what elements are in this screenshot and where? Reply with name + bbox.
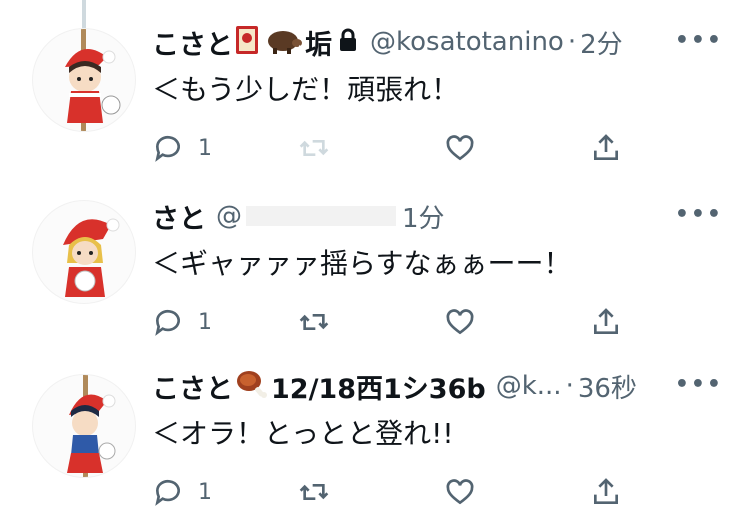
reply-button[interactable]: 1 <box>152 476 212 508</box>
reply-count: 1 <box>198 479 212 505</box>
user-handle[interactable]: @kosatotanino <box>370 27 564 57</box>
action-bar: 1 <box>152 476 632 516</box>
action-bar: 1 <box>152 132 632 172</box>
display-name-suffix: 垢 <box>305 29 332 61</box>
tweet-3[interactable]: こさと 12/18西1シ36b @k... · 36秒 ••• ＜オラ！とっとと… <box>0 366 749 518</box>
share-icon <box>594 478 618 504</box>
share-icon <box>594 134 618 160</box>
tweet-header: こさと 12/18西1シ36b @k... · 36秒 <box>152 366 729 406</box>
separator: · <box>565 371 574 401</box>
like-button[interactable] <box>444 132 476 164</box>
reply-count: 1 <box>198 309 212 335</box>
retweet-icon <box>299 484 329 500</box>
like-button[interactable] <box>444 476 476 508</box>
reply-button[interactable]: 1 <box>152 306 212 338</box>
boar-icon <box>263 26 304 58</box>
retweet-icon <box>299 140 329 156</box>
tweet-header: さと @ 1分 <box>152 196 729 236</box>
more-options-icon[interactable]: ••• <box>675 372 723 397</box>
retweet-button[interactable] <box>298 306 330 338</box>
heart-icon <box>446 135 474 161</box>
tweet-text: ＜オラ！とっとと登れ!! <box>152 417 454 450</box>
user-handle[interactable]: @ <box>216 201 242 231</box>
reply-icon <box>155 309 180 336</box>
timestamp[interactable]: 1分 <box>402 198 445 235</box>
heart-icon <box>446 309 474 335</box>
tweet-1[interactable]: こさと 垢 @kosatotanino · 2分 ••• ＜もう少しだ！頑張れ！… <box>0 22 749 192</box>
display-name-suffix: 12/18西1シ36b <box>271 373 486 405</box>
share-button[interactable] <box>590 476 622 508</box>
avatar[interactable] <box>32 28 136 132</box>
hanafuda-card-icon <box>235 25 259 59</box>
avatar[interactable] <box>32 374 136 478</box>
retweet-icon <box>299 314 329 330</box>
share-icon <box>594 308 618 334</box>
avatar[interactable] <box>32 200 136 304</box>
tweet-text: ＜もう少しだ！頑張れ！ <box>152 73 460 106</box>
retweet-button[interactable] <box>298 132 330 164</box>
reply-icon <box>155 479 180 506</box>
separator: · <box>567 27 577 57</box>
share-button[interactable] <box>590 306 622 338</box>
like-button[interactable] <box>444 306 476 338</box>
display-name[interactable]: さと <box>152 197 206 236</box>
timestamp[interactable]: 2分 <box>580 24 623 61</box>
redacted-handle <box>246 206 396 226</box>
user-handle[interactable]: @k... <box>496 371 562 401</box>
tweet-header: こさと 垢 @kosatotanino · 2分 <box>152 22 729 62</box>
display-name[interactable]: こさと <box>152 367 233 406</box>
action-bar: 1 <box>152 306 632 346</box>
heart-icon <box>446 479 474 505</box>
reply-button[interactable]: 1 <box>152 132 212 164</box>
reply-icon <box>155 135 180 162</box>
retweet-button[interactable] <box>298 476 330 508</box>
share-button[interactable] <box>590 132 622 164</box>
tweet-2[interactable]: さと @ 1分 ••• ＜ギャァァァ揺らすなぁぁーー！ 1 <box>0 196 749 366</box>
tweet-text: ＜ギャァァァ揺らすなぁぁーー！ <box>152 247 572 280</box>
more-options-icon[interactable]: ••• <box>675 202 723 227</box>
display-name[interactable]: こさと <box>152 23 233 62</box>
lock-icon <box>338 28 358 56</box>
more-options-icon[interactable]: ••• <box>675 28 723 53</box>
meat-icon <box>235 368 269 404</box>
timestamp[interactable]: 36秒 <box>578 368 637 405</box>
reply-count: 1 <box>198 135 212 161</box>
